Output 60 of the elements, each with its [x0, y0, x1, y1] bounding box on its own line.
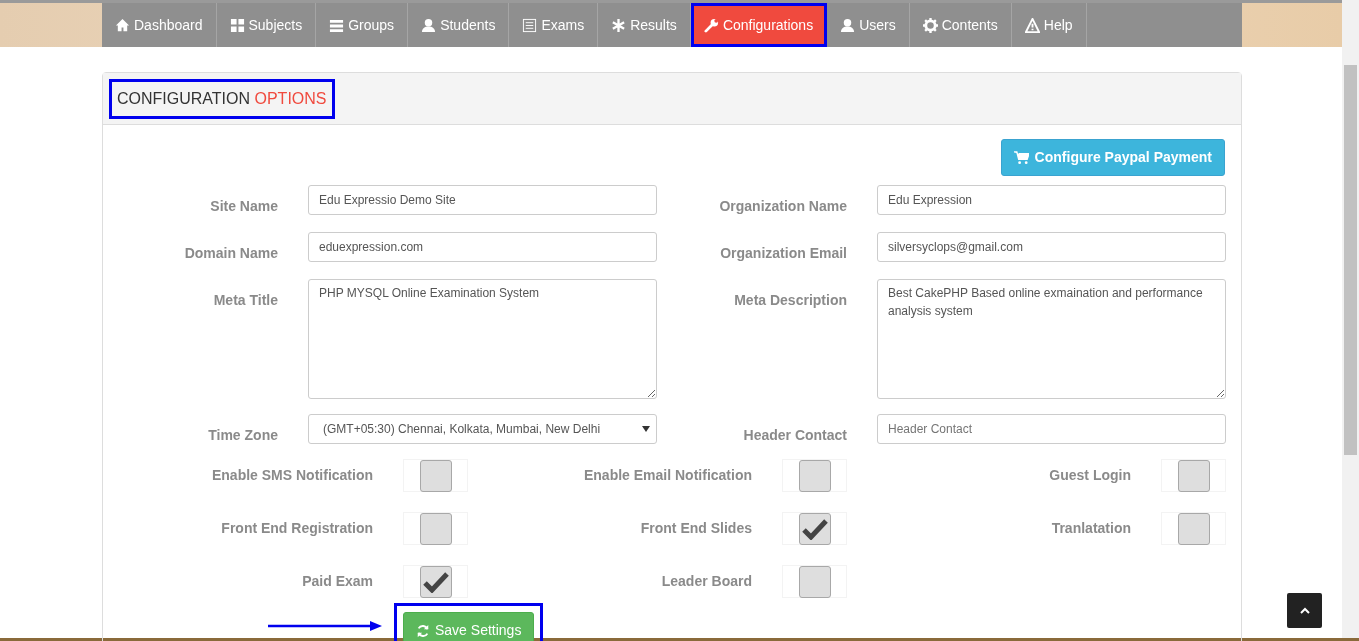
text-area[interactable]: PHP MYSQL Online Examination System	[308, 279, 657, 399]
checkbox[interactable]	[419, 460, 452, 492]
settings-icon	[922, 17, 938, 33]
scroll-to-top-button[interactable]	[1287, 593, 1322, 628]
scrollbar[interactable]	[1342, 0, 1359, 638]
nav-tab[interactable]: Groups	[316, 3, 409, 47]
field-label: Domain Name	[184, 244, 278, 263]
checkbox[interactable]	[798, 460, 831, 492]
nav-tab[interactable]: Users	[827, 3, 910, 47]
option-label: Leader Board	[661, 572, 752, 591]
checkbox[interactable]	[798, 566, 831, 598]
nav-tab[interactable]: Configurations	[690, 3, 828, 47]
option-label: Enable SMS Notification	[212, 466, 373, 485]
option-label: Guest Login	[1049, 466, 1131, 485]
nav-tab[interactable]: Results	[598, 3, 691, 47]
person-icon	[840, 17, 856, 33]
cart-icon	[1013, 150, 1029, 165]
nav-tab[interactable]: Contents	[909, 3, 1012, 47]
person-icon	[421, 17, 437, 33]
nav-tab[interactable]: Help	[1011, 3, 1087, 47]
checkbox[interactable]	[419, 513, 452, 545]
asterisk-icon	[611, 17, 627, 33]
refresh-icon	[416, 623, 430, 638]
field-label: Organization Email	[720, 244, 847, 263]
input-field[interactable]: eduexpression.com	[308, 232, 657, 262]
home-icon	[115, 17, 130, 33]
option-label: Front End Registration	[221, 519, 373, 538]
checkbox[interactable]	[1177, 513, 1210, 545]
input-field[interactable]: Edu Expression	[877, 185, 1226, 215]
field-label: Time Zone	[208, 426, 278, 445]
warning-icon	[1024, 17, 1040, 33]
stack-icon	[329, 17, 345, 33]
save-settings-button[interactable]: Save Settings	[403, 612, 535, 641]
text-area[interactable]: Best CakePHP Based online exmaination and performance analysis system	[877, 279, 1226, 399]
field-label: Header Contact	[743, 426, 847, 445]
input-field[interactable]: silversyclops@gmail.com	[877, 232, 1226, 262]
option-label: Paid Exam	[302, 572, 373, 591]
nav-tab[interactable]: Exams	[509, 3, 599, 47]
nav-tab[interactable]: Subjects	[216, 3, 317, 47]
section-heading: CONFIGURATION OPTIONS	[109, 78, 335, 119]
checkbox[interactable]	[419, 566, 452, 598]
option-label: Front End Slides	[640, 519, 752, 538]
option-label: Enable Email Notification	[583, 466, 752, 485]
wrench-icon	[703, 17, 719, 33]
chevron-up-icon	[1299, 607, 1310, 614]
field-label: Meta Description	[734, 291, 847, 310]
field-label: Meta Title	[213, 291, 278, 310]
nav-tab[interactable]: Dashboard	[102, 3, 217, 47]
option-label: Tranlatation	[1051, 519, 1131, 538]
list-icon	[522, 17, 538, 33]
nav-tab[interactable]: Students	[408, 3, 510, 47]
field-label: Organization Name	[719, 197, 847, 216]
field-label: Site Name	[210, 197, 278, 216]
configure-paypal-button[interactable]: Configure Paypal Payment	[1000, 139, 1225, 176]
checkbox[interactable]	[798, 513, 831, 545]
checkbox[interactable]	[1177, 460, 1210, 492]
grid-icon	[229, 17, 245, 33]
timezone-dropdown[interactable]: (GMT+05:30) Chennai, Kolkata, Mumbai, New Delhi	[308, 414, 657, 444]
input-field[interactable]: Edu Expressio Demo Site	[308, 185, 657, 215]
input-field[interactable]: Header Contact	[877, 414, 1226, 444]
